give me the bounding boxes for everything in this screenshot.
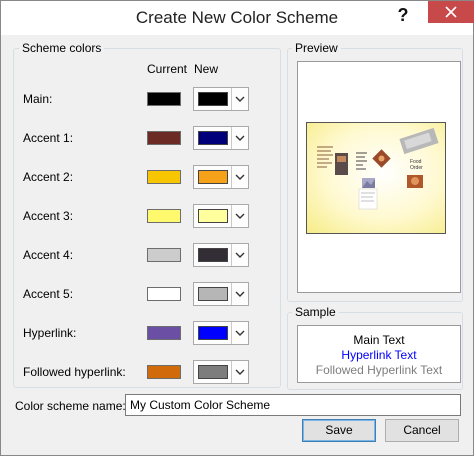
title-bar: Create New Color Scheme ?	[1, 1, 474, 35]
sample-legend: Sample	[292, 305, 339, 319]
new-color-picker[interactable]	[193, 360, 249, 384]
new-color-picker[interactable]	[193, 126, 249, 150]
row-label: Accent 2:	[23, 170, 74, 184]
current-column-header: Current	[147, 62, 188, 76]
chevron-down-icon	[235, 369, 245, 375]
dropdown-button[interactable]	[231, 361, 248, 383]
scheme-colors-legend: Scheme colors	[19, 41, 105, 55]
current-color-swatch	[147, 287, 181, 301]
new-color-swatch	[198, 92, 228, 106]
new-color-swatch	[198, 131, 228, 145]
new-color-swatch	[198, 248, 228, 262]
new-color-picker[interactable]	[193, 87, 249, 111]
dropdown-button[interactable]	[231, 127, 248, 149]
new-color-picker[interactable]	[193, 243, 249, 267]
preview-slide-graphic: Food Order	[317, 127, 439, 210]
new-color-swatch	[198, 287, 228, 301]
row-label: Accent 4:	[23, 248, 74, 262]
svg-text:Order: Order	[410, 165, 423, 171]
preview-page: Food Order	[297, 61, 461, 293]
chevron-down-icon	[235, 135, 245, 141]
chevron-down-icon	[235, 252, 245, 258]
current-color-swatch	[147, 248, 181, 262]
dropdown-button[interactable]	[231, 322, 248, 344]
current-color-swatch	[147, 326, 181, 340]
save-button[interactable]: Save	[302, 419, 376, 442]
current-color-swatch	[147, 209, 181, 223]
row-label: Main:	[23, 92, 53, 106]
sample-main-text: Main Text	[353, 333, 405, 347]
row-label: Hyperlink:	[23, 326, 77, 340]
cancel-button[interactable]: Cancel	[385, 419, 459, 442]
chevron-down-icon	[235, 213, 245, 219]
new-column-header: New	[194, 62, 219, 76]
sample-box: Main Text Hyperlink Text Followed Hyperl…	[297, 325, 461, 383]
chevron-down-icon	[235, 174, 245, 180]
sample-followed-hyperlink-text: Followed Hyperlink Text	[315, 363, 443, 377]
current-color-swatch	[147, 365, 181, 379]
close-button[interactable]	[428, 1, 474, 23]
sample-hyperlink-text: Hyperlink Text	[341, 348, 417, 362]
current-color-swatch	[147, 92, 181, 106]
new-color-swatch	[198, 365, 228, 379]
new-color-swatch	[198, 326, 228, 340]
dropdown-button[interactable]	[231, 166, 248, 188]
new-color-picker[interactable]	[193, 282, 249, 306]
chevron-down-icon	[235, 330, 245, 336]
row-label: Accent 3:	[23, 209, 74, 223]
chevron-down-icon	[235, 291, 245, 297]
dropdown-button[interactable]	[231, 244, 248, 266]
color-scheme-name-label: Color scheme name:	[15, 399, 126, 413]
row-label: Accent 1:	[23, 131, 74, 145]
new-color-picker[interactable]	[193, 165, 249, 189]
current-color-swatch	[147, 131, 181, 145]
new-color-swatch	[198, 209, 228, 223]
new-color-swatch	[198, 170, 228, 184]
dropdown-button[interactable]	[231, 205, 248, 227]
preview-legend: Preview	[292, 41, 341, 55]
row-label: Followed hyperlink:	[23, 365, 126, 379]
new-color-picker[interactable]	[193, 204, 249, 228]
dropdown-button[interactable]	[231, 283, 248, 305]
row-label: Accent 5:	[23, 287, 74, 301]
preview-slide: Food Order	[306, 122, 446, 234]
close-icon	[445, 6, 457, 18]
color-scheme-name-input[interactable]	[125, 394, 461, 416]
create-color-scheme-dialog: Create New Color Scheme ? Scheme colors …	[0, 0, 474, 456]
current-color-swatch	[147, 170, 181, 184]
new-color-picker[interactable]	[193, 321, 249, 345]
chevron-down-icon	[235, 96, 245, 102]
help-button[interactable]: ?	[389, 3, 417, 29]
dropdown-button[interactable]	[231, 88, 248, 110]
